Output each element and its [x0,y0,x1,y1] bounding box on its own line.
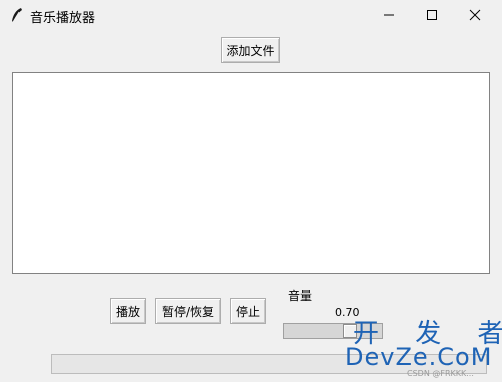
title-bar[interactable]: 音乐播放器 [0,0,502,30]
stop-button[interactable]: 停止 [230,298,266,324]
pause-resume-button[interactable]: 暂停/恢复 [155,298,221,324]
volume-slider-thumb[interactable] [343,324,357,338]
close-button[interactable] [452,0,498,30]
play-button[interactable]: 播放 [110,298,146,324]
volume-slider[interactable] [283,323,383,339]
close-icon [469,9,481,21]
volume-label: 音量 [288,289,313,303]
minimize-icon [384,14,394,16]
feather-icon [12,8,22,23]
add-file-button[interactable]: 添加文件 [221,37,280,63]
maximize-button[interactable] [409,0,455,30]
progress-slider[interactable] [51,354,487,374]
maximize-icon [427,10,437,20]
music-player-window: 音乐播放器 添加文件 播放 暂停/恢复 停止 音量 0.70 开 发 者 Dev… [0,0,502,382]
minimize-button[interactable] [366,0,412,30]
playlist-listbox[interactable] [12,72,490,274]
volume-value: 0.70 [335,306,360,319]
window-title: 音乐播放器 [30,11,96,26]
